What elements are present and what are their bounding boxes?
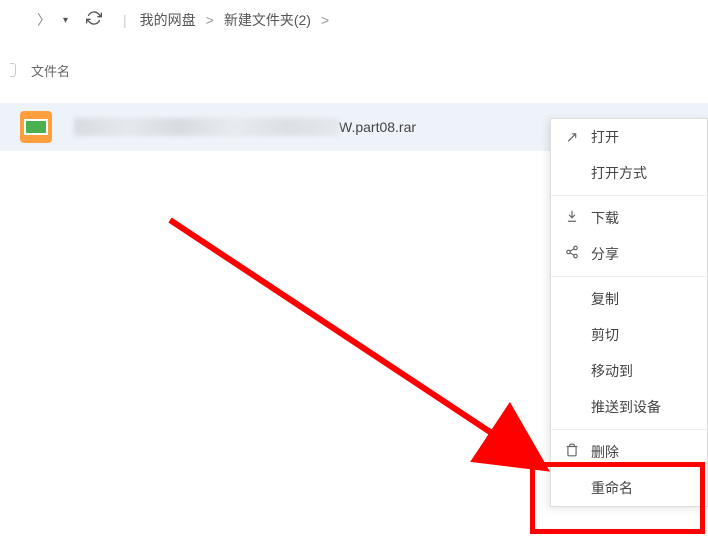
dropdown-arrow-icon[interactable]: ▾ bbox=[58, 15, 73, 26]
breadcrumb-separator-icon: > bbox=[206, 12, 214, 28]
menu-delete[interactable]: 删除 bbox=[551, 434, 707, 470]
menu-push-to-device-label: 推送到设备 bbox=[591, 397, 661, 417]
menu-share-label: 分享 bbox=[591, 244, 619, 264]
menu-cut[interactable]: 剪切 bbox=[551, 317, 707, 353]
menu-cut-label: 剪切 bbox=[591, 325, 619, 345]
menu-rename[interactable]: 重命名 bbox=[551, 470, 707, 506]
blurred-filename-part bbox=[74, 118, 339, 136]
context-menu: ↗ 打开 打开方式 下载 分享 复制 剪切 移动到 推送到设备 bbox=[550, 118, 708, 507]
menu-open-label: 打开 bbox=[591, 127, 619, 147]
annotation-arrow bbox=[160, 210, 580, 500]
menu-separator bbox=[551, 429, 707, 430]
delete-icon bbox=[563, 443, 581, 461]
menu-separator bbox=[551, 276, 707, 277]
menu-open-with[interactable]: 打开方式 bbox=[551, 155, 707, 191]
menu-copy[interactable]: 复制 bbox=[551, 281, 707, 317]
menu-open-with-label: 打开方式 bbox=[591, 163, 647, 183]
archive-file-icon bbox=[20, 111, 52, 143]
menu-separator bbox=[551, 195, 707, 196]
menu-move-to[interactable]: 移动到 bbox=[551, 353, 707, 389]
menu-download-label: 下载 bbox=[591, 208, 619, 228]
toolbar: 〉 ▾ | 我的网盘 > 新建文件夹(2) > bbox=[0, 0, 708, 40]
toolbar-divider: | bbox=[115, 12, 135, 28]
menu-delete-label: 删除 bbox=[591, 442, 619, 462]
menu-move-to-label: 移动到 bbox=[591, 361, 633, 381]
select-all-checkbox[interactable] bbox=[10, 63, 16, 77]
file-name: W.part08.rar bbox=[74, 118, 416, 136]
refresh-icon[interactable] bbox=[78, 10, 110, 31]
column-name-header[interactable]: 文件名 bbox=[31, 61, 70, 80]
menu-copy-label: 复制 bbox=[591, 289, 619, 309]
breadcrumb-folder[interactable]: 新建文件夹(2) bbox=[224, 10, 311, 30]
forward-arrow-icon[interactable]: 〉 bbox=[35, 10, 53, 30]
breadcrumb-root[interactable]: 我的网盘 bbox=[140, 10, 196, 30]
menu-share[interactable]: 分享 bbox=[551, 236, 707, 272]
breadcrumb-separator-icon: > bbox=[321, 12, 329, 28]
menu-download[interactable]: 下载 bbox=[551, 200, 707, 236]
menu-open[interactable]: ↗ 打开 bbox=[551, 119, 707, 155]
breadcrumb: 我的网盘 > 新建文件夹(2) > bbox=[140, 10, 330, 30]
menu-push-to-device[interactable]: 推送到设备 bbox=[551, 389, 707, 425]
open-icon: ↗ bbox=[563, 128, 581, 146]
column-header-row: 文件名 bbox=[0, 55, 708, 85]
menu-rename-label: 重命名 bbox=[591, 478, 633, 498]
file-name-suffix: W.part08.rar bbox=[339, 119, 416, 135]
download-icon bbox=[563, 209, 581, 227]
share-icon bbox=[563, 245, 581, 263]
